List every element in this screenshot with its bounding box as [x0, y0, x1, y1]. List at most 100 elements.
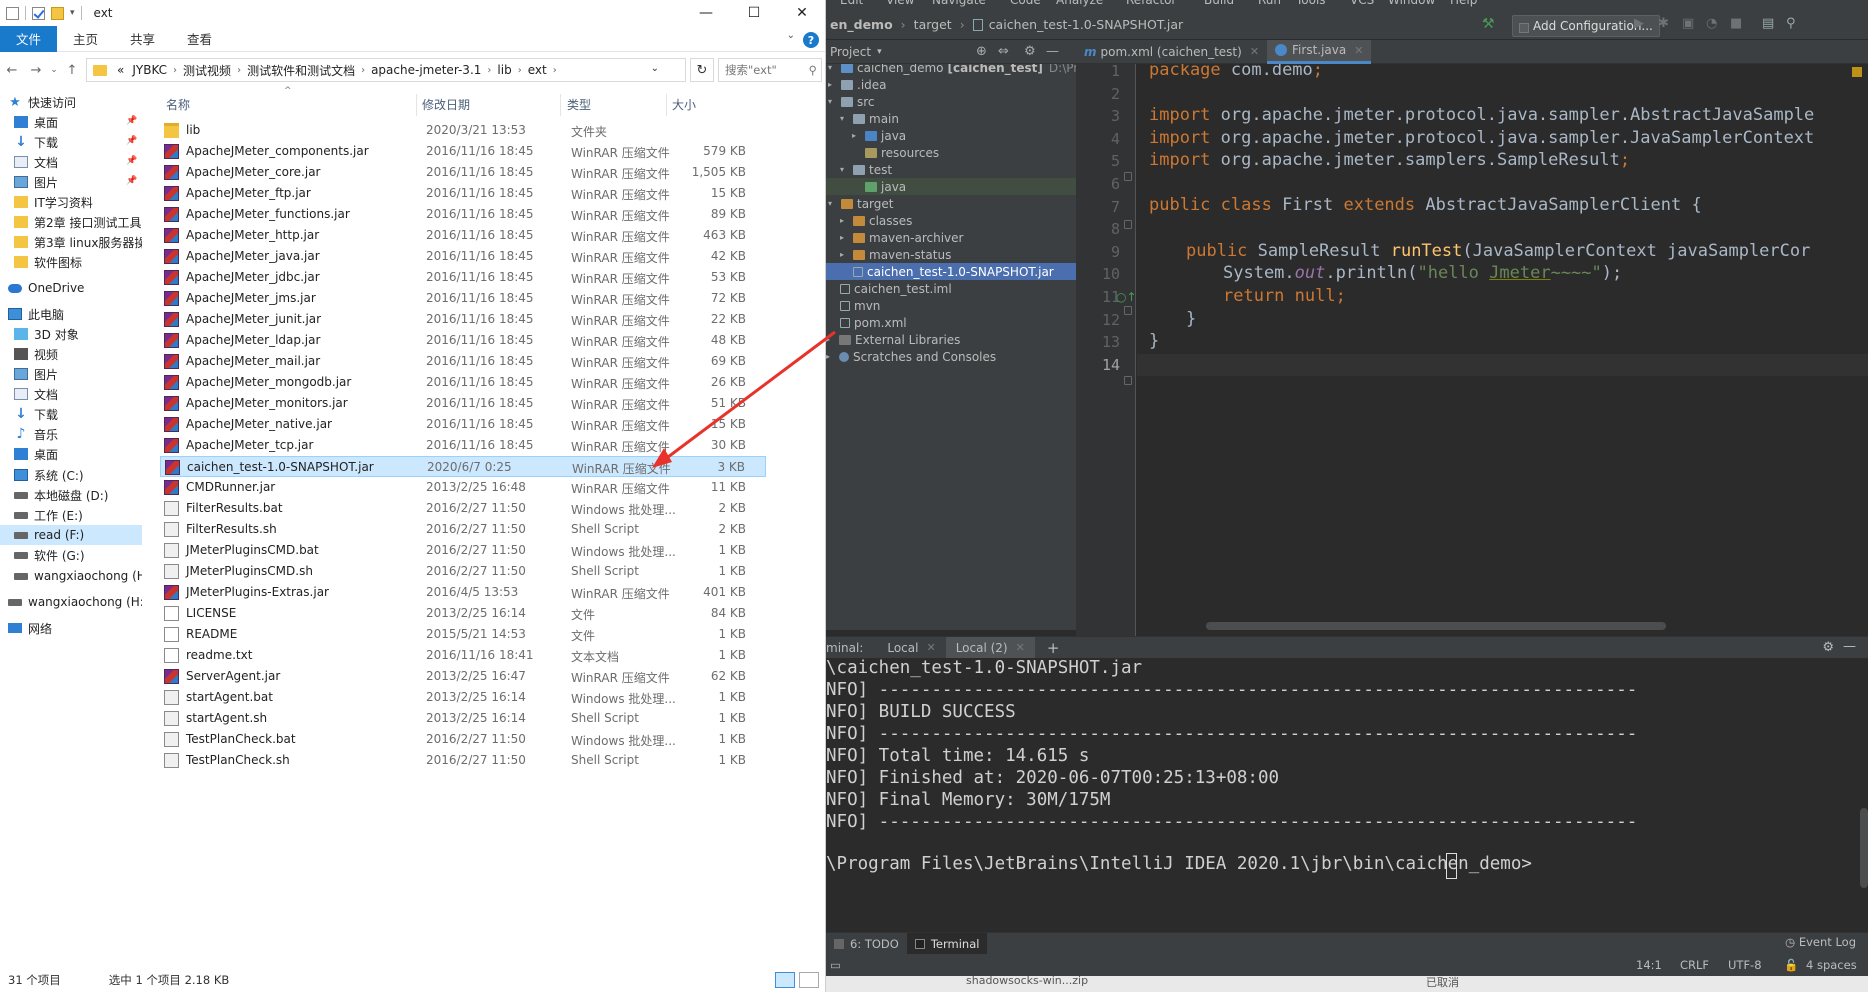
tree-maven-archiver[interactable]: ▸ maven-archiver	[840, 229, 963, 246]
nav-onedrive[interactable]: OneDrive	[8, 278, 84, 298]
file-row[interactable]: FilterResults.sh 2016/2/27 11:50 Shell Scr…	[160, 519, 766, 540]
nav-it-folder[interactable]: IT学习资料	[14, 192, 93, 212]
file-row-selected[interactable]: caichen_test-1.0-SNAPSHOT.jar 2020/6/7 0:…	[160, 456, 766, 477]
file-row[interactable]: JMeterPluginsCMD.sh 2016/2/27 11:50 Shell …	[160, 561, 766, 582]
tab-share[interactable]: 共享	[114, 26, 171, 52]
coverage-icon[interactable]: ▣	[1682, 16, 1694, 31]
close-icon[interactable]: ✕	[1354, 44, 1363, 57]
tab-home[interactable]: 主页	[57, 26, 114, 52]
close-icon[interactable]: ✕	[1250, 45, 1259, 58]
nav-chapter2[interactable]: 第2章 接口测试工具	[14, 212, 141, 232]
new-terminal-button[interactable]: +	[1047, 639, 1060, 657]
tab-first-java[interactable]: First.java ✕	[1267, 39, 1372, 64]
gear-icon[interactable]: ⚙	[1024, 44, 1036, 59]
chevron-down-icon[interactable]: ▾	[877, 47, 882, 57]
chevron-right-icon[interactable]: ›	[173, 65, 177, 76]
breadcrumb-item[interactable]: ext	[528, 63, 547, 77]
back-arrow-icon[interactable]: ←	[0, 63, 24, 78]
large-icons-view-icon[interactable]	[799, 972, 819, 988]
file-row[interactable]: lib 2020/3/21 13:53 文件夹	[160, 120, 766, 141]
pin-icon[interactable]: 📌	[126, 176, 137, 186]
file-row[interactable]: startAgent.sh 2013/2/25 16:14 Shell Script…	[160, 708, 766, 729]
file-row[interactable]: ApacheJMeter_junit.jar 2016/11/16 18:45 Wi…	[160, 309, 766, 330]
stop-icon[interactable]: ■	[1730, 16, 1742, 31]
tab-view[interactable]: 查看	[171, 26, 228, 52]
tree-test[interactable]: ▾ test	[840, 161, 892, 178]
tree-main[interactable]: ▾ main	[840, 110, 899, 127]
close-button[interactable]: ✕	[778, 0, 825, 26]
fold-icon[interactable]	[1124, 172, 1132, 181]
profile-icon[interactable]: ◔	[1706, 16, 1717, 31]
tab-file[interactable]: 文件	[0, 25, 58, 52]
file-row[interactable]: ApacheJMeter_core.jar 2016/11/16 18:45 Win…	[160, 162, 766, 183]
file-row[interactable]: TestPlanCheck.bat 2016/2/27 11:50 Windows …	[160, 729, 766, 750]
search-everywhere-icon[interactable]: ⚲	[1786, 16, 1796, 31]
breadcrumb-item[interactable]: 测试视频	[183, 62, 231, 79]
help-icon[interactable]: ?	[803, 32, 819, 48]
tree-resources[interactable]: resources	[865, 144, 939, 161]
taskbar-item[interactable]: 已取消	[1426, 976, 1459, 990]
terminal-scrollbar[interactable]	[1860, 808, 1868, 888]
breadcrumb-item[interactable]: apache-jmeter-3.1	[371, 63, 481, 77]
warning-marker-icon[interactable]	[1852, 67, 1862, 77]
menu-item[interactable]: Help	[1450, 0, 1477, 7]
tree-scratches[interactable]: ▸ Scratches and Consoles	[826, 348, 996, 365]
caret-position[interactable]: 14:1	[1636, 958, 1662, 972]
column-divider[interactable]	[666, 94, 667, 116]
collapse-icon[interactable]: ⇔	[998, 44, 1009, 59]
run-gutter-icon[interactable]: ○↑	[1116, 290, 1137, 304]
file-encoding[interactable]: UTF-8	[1728, 958, 1762, 972]
menu-item[interactable]: Window	[1388, 0, 1435, 7]
line-separator[interactable]: CRLF	[1680, 958, 1709, 972]
nav-project[interactable]: en_demo	[830, 17, 893, 32]
file-row[interactable]: LICENSE 2013/2/25 16:14 文件 84 KB	[160, 603, 766, 624]
breadcrumb-item[interactable]: JYBKC	[132, 63, 167, 77]
chevron-down-icon[interactable]: ⌄	[787, 30, 795, 41]
indent-setting[interactable]: 4 spaces	[1806, 958, 1857, 972]
address-dropdown-icon[interactable]: ⌄	[651, 63, 659, 74]
terminal-tool-button[interactable]: Terminal	[906, 932, 988, 955]
column-type[interactable]: 类型	[567, 96, 591, 113]
tree-classes[interactable]: ▸ classes	[840, 212, 912, 229]
nav-drive-g[interactable]: 软件 (G:)	[14, 545, 85, 565]
nav-network[interactable]: 网络	[8, 618, 52, 638]
menu-item[interactable]: Code	[1010, 0, 1041, 7]
pin-icon[interactable]: 📌	[126, 156, 137, 166]
tree-idea[interactable]: ▸ .idea	[828, 76, 887, 93]
nav-file[interactable]: caichen_test-1.0-SNAPSHOT.jar	[989, 17, 1184, 32]
menu-item[interactable]: Edit	[840, 0, 863, 7]
build-hammer-icon[interactable]: ⚒	[1482, 16, 1495, 32]
column-name[interactable]: 名称	[166, 96, 190, 113]
file-row[interactable]: JMeterPlugins-Extras.jar 2016/4/5 13:53 Wi…	[160, 582, 766, 603]
terminal-output[interactable]: \caichen_test-1.0-SNAPSHOT.jar NFO] ----…	[826, 658, 1868, 932]
nav-network-drive-1[interactable]: wangxiaochong (H	[14, 566, 142, 586]
chevron-right-icon[interactable]: ›	[237, 65, 241, 76]
editor-horizontal-scrollbar[interactable]	[1206, 622, 1666, 630]
file-row[interactable]: ApacheJMeter_ldap.jar 2016/11/16 18:45 Win…	[160, 330, 766, 351]
file-row[interactable]: ApacheJMeter_tcp.jar 2016/11/16 18:45 WinR…	[160, 435, 766, 456]
project-structure-icon[interactable]: ▤	[1762, 16, 1774, 31]
details-view-icon[interactable]	[775, 972, 795, 988]
breadcrumb-item[interactable]: lib	[497, 63, 511, 77]
menu-item[interactable]: VCS	[1350, 0, 1374, 7]
nav-desktop-pc[interactable]: 桌面	[14, 444, 58, 464]
nav-drive-e[interactable]: 工作 (E:)	[14, 505, 83, 525]
pin-icon[interactable]: 📌	[126, 136, 137, 146]
tree-root[interactable]: ▾ caichen_demo[caichen_test] D:\Progra	[828, 64, 1076, 76]
file-row[interactable]: ApacheJMeter_mail.jar 2016/11/16 18:45 Win…	[160, 351, 766, 372]
chevron-right-icon[interactable]: ›	[361, 65, 365, 76]
tree-jar[interactable]: caichen_test-1.0-SNAPSHOT.jar	[826, 263, 1076, 280]
event-log-button[interactable]: ◷ Event Log	[1785, 935, 1856, 949]
address-bar[interactable]: « JYBKC › 测试视频 › 测试软件和测试文档 › apache-jmeter-…	[86, 58, 686, 82]
file-row[interactable]: TestPlanCheck.sh 2016/2/27 11:50 Shell Scr…	[160, 750, 766, 771]
file-row[interactable]: ApacheJMeter_java.jar 2016/11/16 18:45 Win…	[160, 246, 766, 267]
nav-quick-access[interactable]: ★ 快速访问	[8, 92, 76, 112]
tree-main-java[interactable]: ▸ java	[852, 127, 906, 144]
menu-item[interactable]: View	[886, 0, 914, 7]
file-row[interactable]: startAgent.bat 2013/2/25 16:14 Windows 批处理…	[160, 687, 766, 708]
fold-icon[interactable]	[1124, 306, 1132, 315]
status-toggle-icon[interactable]: ▭	[830, 958, 841, 972]
code-editor[interactable]: package com.demo; import org.apache.jmet…	[1137, 64, 1868, 640]
close-icon[interactable]: ✕	[926, 641, 935, 654]
tree-test-java[interactable]: java	[826, 178, 1076, 195]
